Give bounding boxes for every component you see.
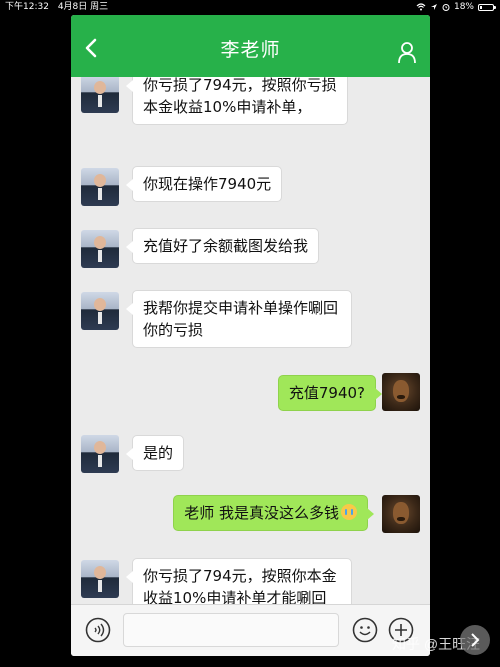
- teacher-avatar[interactable]: [81, 292, 119, 330]
- teacher-avatar[interactable]: [81, 230, 119, 268]
- teacher-avatar[interactable]: [81, 560, 119, 598]
- battery-percent: 18%: [453, 2, 474, 12]
- my-avatar[interactable]: [382, 373, 420, 411]
- voice-icon[interactable]: [85, 617, 111, 643]
- message-bubble[interactable]: 充值好了余额截图发给我: [125, 228, 320, 264]
- teacher-avatar[interactable]: [81, 77, 119, 113]
- chevron-right-icon: [471, 633, 480, 647]
- crying-face-icon: [341, 504, 357, 520]
- status-date: 4月8日 周三: [57, 2, 109, 12]
- battery-icon: [478, 3, 496, 11]
- chat-title: 李老师: [220, 39, 281, 61]
- status-right: 18%: [416, 0, 496, 14]
- scroll-button[interactable]: [460, 625, 490, 655]
- nav-bar: 李老师: [71, 15, 430, 77]
- wifi-icon: [416, 3, 426, 11]
- teacher-avatar[interactable]: [81, 435, 119, 473]
- message-bubble[interactable]: 你现在操作7940元: [125, 166, 283, 202]
- user-icon[interactable]: [398, 42, 416, 64]
- message-text: 老师 我是真没这么多钱: [184, 504, 339, 522]
- teacher-avatar[interactable]: [81, 168, 119, 206]
- message-list[interactable]: 你亏损了794元，按照你亏损本金收益10%申请补单， 你现在操作7940元 充值…: [71, 77, 430, 604]
- message-bubble[interactable]: 你亏损了794元，按照你亏损本金收益10%申请补单，: [126, 77, 348, 125]
- my-message-bubble[interactable]: 老师 我是真没这么多钱: [173, 495, 374, 531]
- my-message-bubble[interactable]: 充值7940?: [277, 375, 383, 411]
- my-avatar[interactable]: [382, 495, 420, 533]
- status-bar: 下午12:32 4月8日 周三 18%: [0, 0, 500, 14]
- status-left: 下午12:32 4月8日 周三: [5, 0, 114, 14]
- status-time: 下午12:32: [5, 2, 49, 12]
- message-bubble[interactable]: 你亏损了794元，按照你本金收益10%申请补单才能唰回: [126, 558, 352, 604]
- battery-fill: [480, 5, 482, 9]
- alarm-icon: [442, 4, 450, 11]
- message-input[interactable]: [123, 613, 339, 647]
- input-bar: [71, 604, 430, 656]
- chat-window: 李老师 你亏损了794元，按照你亏损本金收益10%申请补单， 你现在操作7940…: [71, 15, 430, 656]
- message-bubble[interactable]: 是的: [125, 435, 185, 471]
- location-icon: [430, 4, 437, 10]
- smiley-icon[interactable]: [352, 617, 378, 643]
- message-bubble[interactable]: 我帮你提交申请补单操作唰回你的亏损: [126, 290, 352, 348]
